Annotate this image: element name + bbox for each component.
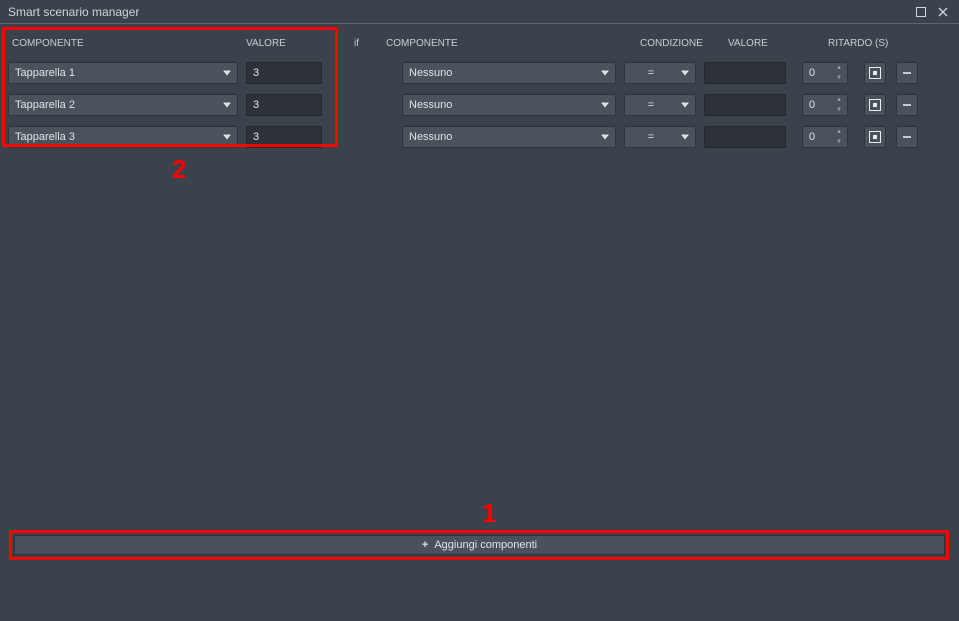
spinner-arrows: ▲ ▼ [834, 64, 844, 82]
right-component-select[interactable]: Nessuno [402, 94, 616, 116]
header-left-valore: VALORE [246, 38, 330, 49]
chevron-down-icon [223, 135, 231, 140]
arrow-down-icon[interactable]: ▼ [834, 138, 844, 146]
chevron-down-icon [681, 135, 689, 140]
condition-select[interactable]: = [624, 62, 696, 84]
left-component-select[interactable]: Tapparella 1 [8, 62, 238, 84]
header-right-valore: VALORE [728, 38, 828, 49]
spinner-arrows: ▲ ▼ [834, 128, 844, 146]
options-button[interactable] [864, 94, 886, 116]
delay-value: 0 [809, 131, 815, 143]
options-button[interactable] [864, 126, 886, 148]
add-components-label: Aggiungi componenti [434, 539, 537, 551]
right-component-value: Nessuno [409, 67, 452, 79]
chevron-down-icon [223, 103, 231, 108]
header-right-condizione: CONDIZIONE [640, 38, 728, 49]
chevron-down-icon [601, 71, 609, 76]
add-components-button[interactable]: + Aggiungi componenti [14, 535, 945, 555]
left-value-input[interactable] [246, 94, 322, 116]
left-component-value: Tapparella 3 [15, 131, 75, 143]
condition-value: = [648, 99, 654, 111]
arrow-up-icon[interactable]: ▲ [834, 64, 844, 72]
content-area: COMPONENTE VALORE if COMPONENTE CONDIZIO… [0, 24, 959, 621]
chevron-down-icon [601, 135, 609, 140]
remove-button[interactable] [896, 94, 918, 116]
right-component-value: Nessuno [409, 99, 452, 111]
titlebar: Smart scenario manager [0, 0, 959, 24]
delay-value: 0 [809, 67, 815, 79]
options-button[interactable] [864, 62, 886, 84]
column-headers: COMPONENTE VALORE if COMPONENTE CONDIZIO… [8, 32, 951, 54]
spinner-arrows: ▲ ▼ [834, 96, 844, 114]
chevron-down-icon [223, 71, 231, 76]
table-row: Tapparella 1 Nessuno = 0 ▲ ▼ [8, 60, 951, 86]
delay-spinner[interactable]: 0 ▲ ▼ [802, 62, 848, 84]
maximize-icon[interactable] [913, 4, 929, 20]
delay-spinner[interactable]: 0 ▲ ▼ [802, 126, 848, 148]
arrow-up-icon[interactable]: ▲ [834, 128, 844, 136]
header-right-componente: COMPONENTE [386, 38, 640, 49]
arrow-down-icon[interactable]: ▼ [834, 106, 844, 114]
table-row: Tapparella 3 Nessuno = 0 ▲ ▼ [8, 124, 951, 150]
condition-select[interactable]: = [624, 94, 696, 116]
left-component-select[interactable]: Tapparella 2 [8, 94, 238, 116]
left-component-value: Tapparella 1 [15, 67, 75, 79]
right-component-value: Nessuno [409, 131, 452, 143]
window-title: Smart scenario manager [8, 5, 907, 19]
left-component-value: Tapparella 2 [15, 99, 75, 111]
header-left-componente: COMPONENTE [8, 38, 246, 49]
condition-value: = [648, 67, 654, 79]
condition-select[interactable]: = [624, 126, 696, 148]
chevron-down-icon [601, 103, 609, 108]
table-row: Tapparella 2 Nessuno = 0 ▲ ▼ [8, 92, 951, 118]
left-component-select[interactable]: Tapparella 3 [8, 126, 238, 148]
right-value-input[interactable] [704, 62, 786, 84]
right-value-input[interactable] [704, 126, 786, 148]
right-value-input[interactable] [704, 94, 786, 116]
remove-button[interactable] [896, 126, 918, 148]
left-value-input[interactable] [246, 62, 322, 84]
plus-icon: + [422, 539, 428, 551]
close-icon[interactable] [935, 4, 951, 20]
chevron-down-icon [681, 71, 689, 76]
right-component-select[interactable]: Nessuno [402, 126, 616, 148]
left-value-input[interactable] [246, 126, 322, 148]
right-component-select[interactable]: Nessuno [402, 62, 616, 84]
header-right-ritardo: Ritardo (s) [828, 38, 894, 49]
arrow-up-icon[interactable]: ▲ [834, 96, 844, 104]
delay-spinner[interactable]: 0 ▲ ▼ [802, 94, 848, 116]
header-if: if [330, 38, 386, 49]
chevron-down-icon [681, 103, 689, 108]
condition-value: = [648, 131, 654, 143]
arrow-down-icon[interactable]: ▼ [834, 74, 844, 82]
remove-button[interactable] [896, 62, 918, 84]
delay-value: 0 [809, 99, 815, 111]
